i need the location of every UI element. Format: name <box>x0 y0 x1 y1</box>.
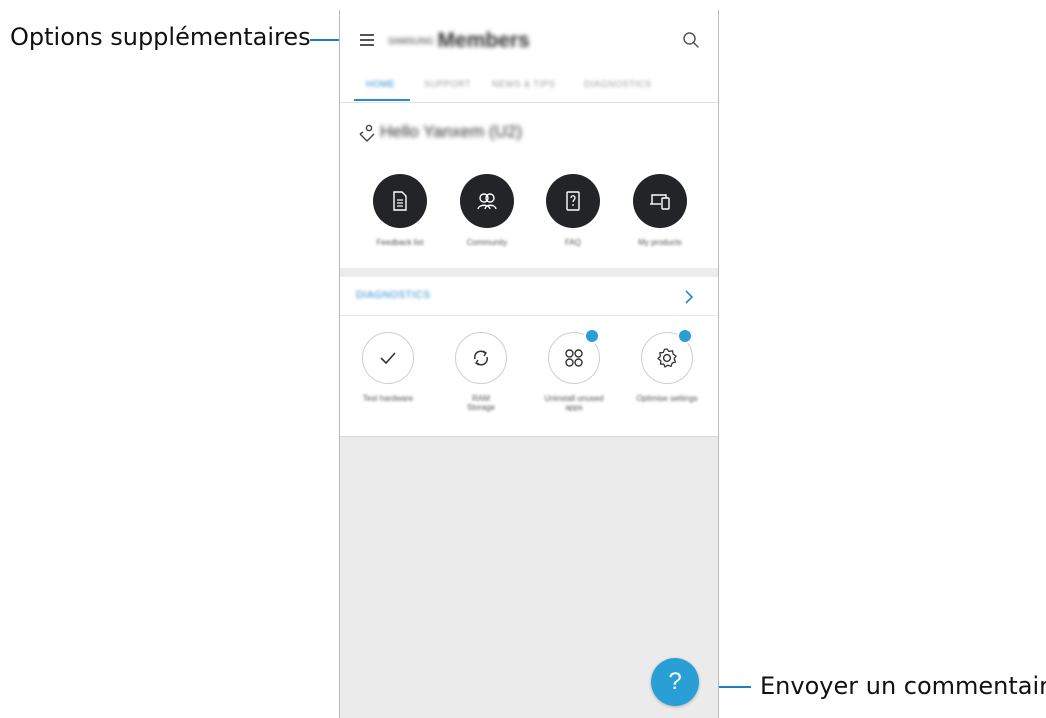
community-icon <box>477 193 497 210</box>
diagnostics-header[interactable]: DIAGNOSTICS <box>340 277 718 316</box>
community-label: Community <box>466 238 508 247</box>
search-icon[interactable] <box>682 31 700 49</box>
uninstall-apps-badge <box>584 328 600 344</box>
refresh-icon <box>473 350 489 366</box>
greeting-text: Hello Yanxem (U2) <box>380 122 523 141</box>
phone-screen: SAMSUNG Members HOME SUPPORT NEWS & TIPS … <box>339 10 719 718</box>
app-brand-prefix: SAMSUNG <box>388 36 434 47</box>
feedback-list-button[interactable] <box>373 174 427 228</box>
check-icon <box>380 352 396 364</box>
optimise-label-line1: Optimise settings <box>636 394 698 403</box>
ram-storage-label: RAM Storage <box>441 394 521 412</box>
my-products-label: My products <box>638 238 682 247</box>
uninstall-label-line1: Uninstall unused <box>544 394 604 403</box>
tab-support[interactable]: SUPPORT <box>424 79 471 89</box>
devices-icon <box>650 194 670 210</box>
send-feedback-button[interactable]: ? <box>651 658 699 706</box>
tab-news-tips[interactable]: NEWS & TIPS <box>492 79 555 89</box>
test-hardware-button[interactable] <box>362 332 414 384</box>
app-title: SAMSUNG Members <box>388 29 530 53</box>
tab-diagnostics[interactable]: DIAGNOSTICS <box>584 79 652 89</box>
ram-label-line1: RAM <box>472 394 490 403</box>
document-icon <box>393 191 407 211</box>
uninstall-label-line2: apps <box>565 403 583 412</box>
test-hardware-label-line1: Test hardware <box>362 394 414 403</box>
question-mark-icon: ? <box>668 668 682 695</box>
diagnostics-title: DIAGNOSTICS <box>356 290 431 301</box>
optimise-settings-badge <box>677 328 693 344</box>
section-divider <box>340 268 718 277</box>
callout-feedback-label: Envoyer un commentaire <box>760 672 1046 700</box>
tab-home[interactable]: HOME <box>366 79 395 89</box>
app-bar: SAMSUNG Members <box>340 10 718 70</box>
settings-icon <box>657 348 677 368</box>
ram-storage-button[interactable] <box>455 332 507 384</box>
faq-icon <box>566 191 580 211</box>
feedback-list-label: Feedback list <box>376 238 424 247</box>
chevron-right-icon[interactable] <box>684 289 694 305</box>
active-tab-indicator <box>354 99 410 101</box>
members-logo-icon <box>359 124 375 142</box>
ram-label-line2: Storage <box>466 403 496 412</box>
callout-options-label: Options supplémentaires <box>10 23 311 51</box>
apps-icon <box>565 349 583 367</box>
menu-icon[interactable] <box>360 34 374 46</box>
my-products-button[interactable] <box>633 174 687 228</box>
tab-bar: HOME SUPPORT NEWS & TIPS DIAGNOSTICS <box>340 70 718 103</box>
app-title-text: Members <box>437 29 530 52</box>
optimise-settings-label: Optimise settings <box>627 394 707 403</box>
test-hardware-label: Test hardware <box>348 394 428 403</box>
community-button[interactable] <box>460 174 514 228</box>
faq-label: FAQ <box>564 238 581 247</box>
faq-button[interactable] <box>546 174 600 228</box>
uninstall-apps-label: Uninstall unused apps <box>534 394 614 412</box>
